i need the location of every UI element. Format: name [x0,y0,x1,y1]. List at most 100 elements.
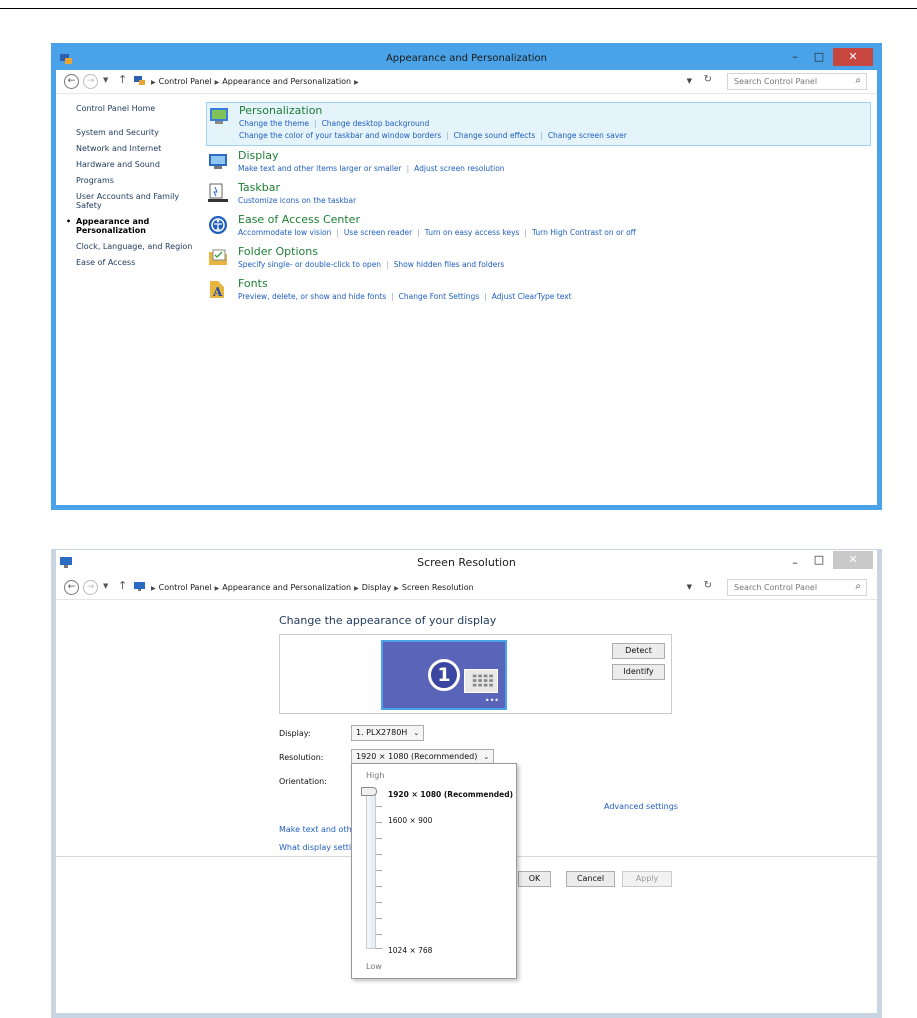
link-separator: | [406,164,410,173]
slider-tick [376,934,382,935]
close-button[interactable]: ✕ [833,48,873,66]
address-dropdown-icon[interactable]: ▼ [687,77,692,85]
fonts-icon: A [210,281,224,299]
category-links: Make text and other items larger or smal… [238,164,505,173]
link-easy-access-keys[interactable]: Turn on easy access keys [425,228,520,237]
breadcrumb-item[interactable]: Screen Resolution [402,583,474,592]
text-size-link[interactable]: Make text and other [279,825,360,834]
sidebar-item-programs[interactable]: Programs [76,176,201,185]
display-select[interactable]: 1. PLX2780H ⌄ [351,725,425,741]
category-title[interactable]: Taskbar [238,181,280,194]
resolution-option[interactable]: 1024 × 768 [388,946,432,955]
breadcrumb-item[interactable]: Appearance and Personalization [222,77,351,86]
more-icon: ••• [484,696,499,705]
link-low-vision[interactable]: Accommodate low vision [238,228,331,237]
link-cleartype[interactable]: Adjust ClearType text [492,292,572,301]
resolution-slider-track[interactable] [366,789,376,949]
cancel-button[interactable]: Cancel [566,871,615,887]
link-single-double-click[interactable]: Specify single- or double-click to open [238,260,381,269]
resolution-option[interactable]: 1920 × 1080 (Recommended) [388,790,513,799]
breadcrumb-item[interactable]: Appearance and Personalization [222,583,351,592]
sidebar-item-ease-of-access[interactable]: Ease of Access [76,258,201,267]
sidebar-item-hardware[interactable]: Hardware and Sound [76,160,201,169]
category-title[interactable]: Fonts [238,277,268,290]
search-input[interactable]: Search Control Panel ⌕ [727,73,867,90]
slider-low-label: Low [366,962,382,971]
identify-button[interactable]: Identify [612,664,665,680]
link-screen-reader[interactable]: Use screen reader [344,228,412,237]
maximize-button[interactable]: □ [807,551,831,569]
breadcrumb-item[interactable]: Display [362,583,392,592]
sidebar-item-system-security[interactable]: System and Security [76,128,201,137]
sidebar-item-clock-language[interactable]: Clock, Language, and Region [76,242,201,251]
category-personalization: Personalization Change the theme | Change … [206,102,871,146]
minimize-button[interactable]: – [783,554,807,572]
link-change-screen-saver[interactable]: Change screen saver [548,131,627,140]
back-button[interactable]: ← [64,74,79,89]
title-bar[interactable]: Appearance and Personalization – □ ✕ [56,48,877,70]
refresh-icon[interactable]: ↻ [704,74,712,85]
resolution-slider-thumb[interactable] [361,787,377,796]
category-title[interactable]: Display [238,149,279,162]
category-title[interactable]: Personalization [239,104,322,117]
breadcrumb[interactable]: ▶ Control Panel ▶ Appearance and Personaliz… [134,76,362,86]
forward-button[interactable]: → [83,580,98,595]
link-preview-fonts[interactable]: Preview, delete, or show and hide fonts [238,292,386,301]
category-title[interactable]: Folder Options [238,245,318,258]
link-hidden-files[interactable]: Show hidden files and folders [394,260,505,269]
sidebar-home-link[interactable]: Control Panel Home [76,104,201,113]
link-separator: | [314,119,317,128]
link-separator: | [524,228,527,237]
display-settings-link[interactable]: What display setting [279,843,361,852]
category-links: Preview, delete, or show and hide fonts |… [238,292,572,301]
up-button[interactable]: ↑ [118,579,127,592]
search-placeholder: Search Control Panel [734,583,818,592]
sidebar-item-network[interactable]: Network and Internet [76,144,201,153]
minimize-button[interactable]: – [783,48,807,66]
link-change-color[interactable]: Change the color of your taskbar and win… [239,131,441,140]
slider-tick [376,822,382,823]
category-links: Change the theme | Change desktop backgrou… [239,119,429,128]
sidebar-item-user-accounts[interactable]: User Accounts and Family Safety [76,192,201,210]
slider-tick [376,870,382,871]
forward-button[interactable]: → [83,74,98,89]
link-change-background[interactable]: Change desktop background [322,119,430,128]
link-adjust-resolution[interactable]: Adjust screen resolution [414,164,504,173]
link-high-contrast[interactable]: Turn High Contrast on or off [532,228,636,237]
link-customize-taskbar-icons[interactable]: Customize icons on the taskbar [238,196,356,205]
recent-locations-dropdown[interactable]: ▼ [103,582,108,590]
slider-tick [376,854,382,855]
maximize-button[interactable]: □ [807,48,831,66]
category-links: Change the color of your taskbar and win… [239,131,627,140]
category-title[interactable]: Ease of Access Center [238,213,360,226]
link-text-size[interactable]: Make text and other items larger or smal… [238,164,402,173]
search-icon[interactable]: ⌕ [855,581,861,592]
breadcrumb-item[interactable]: Control Panel [159,77,212,86]
personalization-icon [210,108,228,124]
address-dropdown-icon[interactable]: ▼ [687,583,692,591]
link-change-sounds[interactable]: Change sound effects [454,131,536,140]
detect-button[interactable]: Detect [612,643,665,659]
sidebar-item-appearance[interactable]: Appearance and Personalization [66,217,201,235]
search-icon[interactable]: ⌕ [855,75,861,86]
breadcrumb-separator-icon: ▶ [394,585,399,592]
breadcrumb-item[interactable]: Control Panel [159,583,212,592]
back-button[interactable]: ← [64,580,79,595]
recent-locations-dropdown[interactable]: ▼ [103,76,108,84]
close-button[interactable]: ✕ [833,551,873,569]
resolution-option[interactable]: 1600 × 900 [388,816,432,825]
link-font-settings[interactable]: Change Font Settings [399,292,480,301]
ok-button[interactable]: OK [518,871,551,887]
title-bar[interactable]: Screen Resolution – □ ✕ [56,550,877,576]
search-input[interactable]: Search Control Panel ⌕ [727,579,867,596]
link-change-theme[interactable]: Change the theme [239,119,309,128]
display-label: Display: [279,729,311,738]
advanced-settings-link[interactable]: Advanced settings [604,802,678,811]
monitor-1-tile[interactable]: 1 ••• [381,640,507,710]
breadcrumb[interactable]: ▶ Control Panel ▶ Appearance and Personaliz… [134,582,474,592]
category-taskbar: Taskbar Customize icons on the taskbar [206,180,871,210]
up-button[interactable]: ↑ [118,73,127,86]
apply-button[interactable]: Apply [622,871,672,887]
resolution-select-value: 1920 × 1080 (Recommended) [356,752,478,761]
refresh-icon[interactable]: ↻ [704,580,712,591]
